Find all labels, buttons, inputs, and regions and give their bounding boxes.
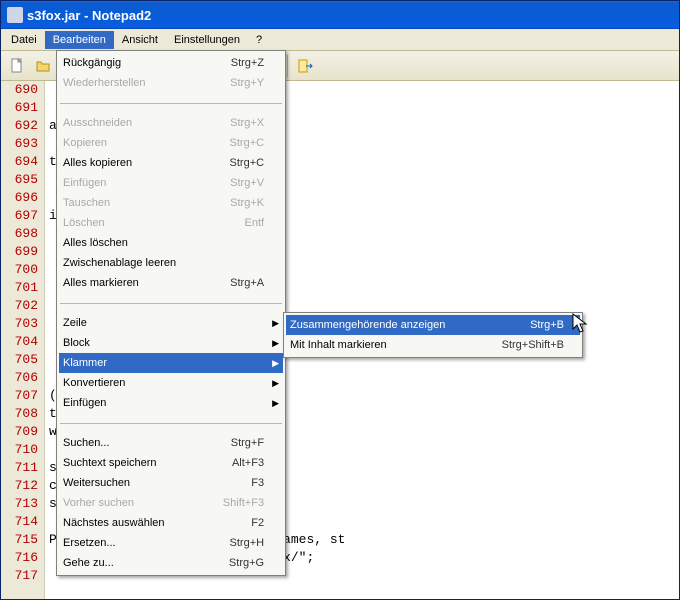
menu-item: LöschenEntf: [59, 213, 283, 233]
bracket-submenu-body: Zusammengehörende anzeigenStrg+BMit Inha…: [286, 315, 580, 355]
menu-item[interactable]: RückgängigStrg+Z: [59, 53, 283, 73]
menu-item[interactable]: Klammer▶: [59, 353, 283, 373]
menu-item: WiederherstellenStrg+Y: [59, 73, 283, 93]
menu-item: AusschneidenStrg+X: [59, 113, 283, 133]
menu-item[interactable]: Gehe zu...Strg+G: [59, 553, 283, 573]
line-number: 702: [1, 297, 38, 315]
app-icon: [7, 7, 23, 23]
edit-menu-dropdown: RückgängigStrg+ZWiederherstellenStrg+Y Au…: [56, 50, 286, 576]
mouse-cursor: [572, 313, 590, 335]
line-number: 701: [1, 279, 38, 297]
line-number: 693: [1, 135, 38, 153]
line-number: 694: [1, 153, 38, 171]
menubar-item-ansicht[interactable]: Ansicht: [114, 31, 166, 49]
line-number: 708: [1, 405, 38, 423]
edit-menu-body: RückgängigStrg+ZWiederherstellenStrg+Y Au…: [59, 53, 283, 573]
line-number: 715: [1, 531, 38, 549]
line-number: 704: [1, 333, 38, 351]
menu-item[interactable]: Alles löschen: [59, 233, 283, 253]
line-number: 717: [1, 567, 38, 585]
exit-button[interactable]: [293, 54, 317, 78]
titlebar: s3fox.jar - Notepad2: [1, 1, 679, 29]
menu-item[interactable]: Ersetzen...Strg+H: [59, 533, 283, 553]
line-number: 712: [1, 477, 38, 495]
line-number: 711: [1, 459, 38, 477]
menubar: DateiBearbeitenAnsichtEinstellungen?: [1, 29, 679, 51]
menubar-item-datei[interactable]: Datei: [3, 31, 45, 49]
submenu-item[interactable]: Mit Inhalt markierenStrg+Shift+B: [286, 335, 580, 355]
line-number: 707: [1, 387, 38, 405]
line-number: 710: [1, 441, 38, 459]
menubar-item-?[interactable]: ?: [248, 31, 270, 49]
line-number: 692: [1, 117, 38, 135]
line-number: 700: [1, 261, 38, 279]
menu-item: KopierenStrg+C: [59, 133, 283, 153]
menu-item: EinfügenStrg+V: [59, 173, 283, 193]
open-file-button[interactable]: [31, 54, 55, 78]
menu-item[interactable]: Zeile▶: [59, 313, 283, 333]
menubar-item-bearbeiten[interactable]: Bearbeiten: [45, 31, 114, 49]
line-number: 699: [1, 243, 38, 261]
menu-item: TauschenStrg+K: [59, 193, 283, 213]
new-file-button[interactable]: [5, 54, 29, 78]
line-number: 696: [1, 189, 38, 207]
line-number: 695: [1, 171, 38, 189]
menu-item[interactable]: Alles markierenStrg+A: [59, 273, 283, 293]
toolbar-separator: [287, 55, 288, 77]
line-number: 691: [1, 99, 38, 117]
menu-item[interactable]: Suchen...Strg+F: [59, 433, 283, 453]
bracket-submenu: Zusammengehörende anzeigenStrg+BMit Inha…: [283, 312, 583, 358]
menu-item[interactable]: Zwischenablage leeren: [59, 253, 283, 273]
submenu-item[interactable]: Zusammengehörende anzeigenStrg+B: [286, 315, 580, 335]
menu-item[interactable]: Konvertieren▶: [59, 373, 283, 393]
line-number: 703: [1, 315, 38, 333]
line-number: 706: [1, 369, 38, 387]
line-number: 709: [1, 423, 38, 441]
line-number: 714: [1, 513, 38, 531]
line-number: 698: [1, 225, 38, 243]
menubar-item-einstellungen[interactable]: Einstellungen: [166, 31, 248, 49]
line-number: 690: [1, 81, 38, 99]
line-gutter: 6906916926936946956966976986997007017027…: [1, 81, 45, 599]
line-number: 705: [1, 351, 38, 369]
menu-item[interactable]: Block▶: [59, 333, 283, 353]
line-number: 716: [1, 549, 38, 567]
menu-item[interactable]: WeitersuchenF3: [59, 473, 283, 493]
menu-item[interactable]: Alles kopierenStrg+C: [59, 153, 283, 173]
menu-item[interactable]: Einfügen▶: [59, 393, 283, 413]
window-title: s3fox.jar - Notepad2: [27, 8, 151, 23]
line-number: 713: [1, 495, 38, 513]
menu-item: Vorher suchenShift+F3: [59, 493, 283, 513]
menu-item[interactable]: Nächstes auswählenF2: [59, 513, 283, 533]
line-number: 697: [1, 207, 38, 225]
menu-item[interactable]: Suchtext speichernAlt+F3: [59, 453, 283, 473]
